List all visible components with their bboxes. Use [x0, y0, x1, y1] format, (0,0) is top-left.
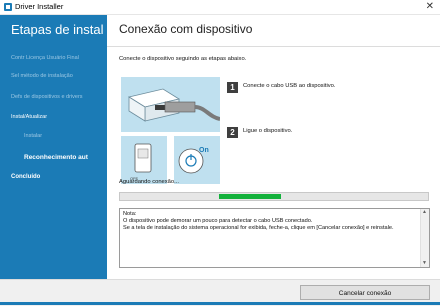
note-textarea[interactable]: Nota: O dispositivo pode demorar um pouc…: [119, 208, 430, 268]
power-on-illustration: OFF On: [121, 136, 220, 184]
scroll-down-icon[interactable]: ▼: [422, 261, 427, 266]
page-title: Conexão com dispositivo: [119, 22, 253, 36]
steps-sidebar: Etapas de instal Contr Licença Usuário F…: [0, 15, 107, 279]
step-auto-recognition: Reconhecimento aut: [24, 154, 88, 161]
step-license: Contr Licença Usuário Final: [11, 55, 79, 61]
progress-fill: [219, 194, 281, 199]
step-completed: Concluído: [11, 174, 41, 180]
step-2-number: 2: [227, 127, 238, 138]
window-title: Driver Installer: [15, 2, 64, 11]
step-install: Instalar: [24, 133, 43, 139]
title-divider: [107, 46, 440, 47]
note-scrollbar[interactable]: ▲ ▼: [420, 209, 429, 267]
status-text: Aguardando conexão...: [119, 179, 179, 185]
step-install-method: Sel método de instalação: [11, 73, 73, 79]
note-text: Nota: O dispositivo pode demorar um pouc…: [123, 211, 394, 231]
power-on-label: On: [199, 147, 209, 154]
instruction-text: Conecte o dispositivo seguindo as etapas…: [119, 56, 247, 62]
step-device-settings: Defs de dispositivos e drivers: [11, 94, 83, 100]
main-panel: Conexão com dispositivo Conecte o dispos…: [107, 15, 440, 279]
cancel-connection-button[interactable]: Cancelar conexão: [300, 285, 430, 300]
close-icon[interactable]: ✕: [426, 0, 434, 13]
title-bar: Driver Installer ✕: [0, 0, 440, 15]
power-switch-icon: OFF On: [121, 136, 220, 184]
usb-cable-icon: [121, 77, 220, 132]
sidebar-title: Etapas de instal: [11, 22, 104, 37]
step-1-text: Conecte o cabo USB ao dispositivo.: [243, 83, 336, 89]
step-1-number: 1: [227, 82, 238, 93]
usb-cable-illustration: [121, 77, 220, 132]
connection-progress-bar: [119, 192, 429, 201]
step-install-update: Instal/Atualizar: [11, 114, 48, 120]
step-2-text: Ligue o dispositivo.: [243, 128, 293, 134]
scroll-up-icon[interactable]: ▲: [422, 210, 427, 215]
driver-installer-icon: [4, 3, 12, 11]
